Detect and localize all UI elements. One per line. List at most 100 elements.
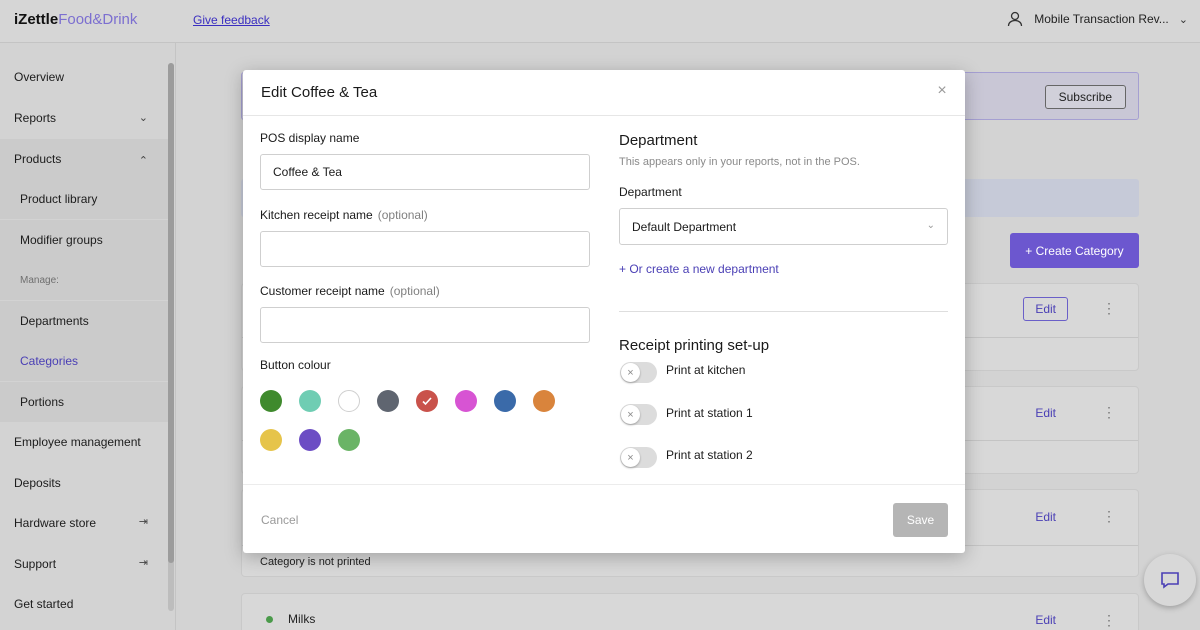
colour-swatch[interactable]	[494, 390, 516, 412]
sidebar-item-product-library[interactable]: Product library	[0, 179, 168, 219]
edit-button[interactable]: Edit	[1035, 510, 1056, 524]
department-select-value: Default Department	[632, 219, 737, 234]
colour-swatch[interactable]	[377, 390, 399, 412]
colour-swatch[interactable]	[416, 390, 438, 412]
chevron-down-icon: ⌄	[926, 220, 935, 231]
sidebar-item-overview[interactable]: Overview	[0, 57, 168, 97]
create-category-button[interactable]: + Create Category	[1010, 233, 1139, 268]
external-link-icon: ⇥	[138, 557, 148, 569]
sidebar-item-portions[interactable]: Portions	[0, 382, 168, 422]
sidebar-item-label: Reports	[14, 111, 57, 125]
sidebar-item-label: Overview	[14, 70, 65, 84]
modal-header: Edit Coffee & Tea ×	[243, 70, 965, 116]
sidebar-item-categories[interactable]: Categories	[0, 341, 168, 381]
department-label: Department	[619, 185, 682, 199]
checkmark-icon	[422, 397, 432, 406]
chat-icon	[1161, 572, 1179, 589]
edit-button[interactable]: Edit	[1023, 297, 1068, 321]
print-at-station-2-toggle[interactable]: ×	[620, 447, 657, 468]
toggle-off-icon: ×	[621, 405, 640, 424]
colour-swatch[interactable]	[338, 429, 360, 451]
external-link-icon: ⇥	[138, 516, 148, 528]
sidebar-item-modifier-groups[interactable]: Modifier groups	[0, 220, 168, 260]
sidebar-scrollbar-thumb[interactable]	[168, 63, 174, 563]
subscribe-button[interactable]: Subscribe	[1044, 85, 1126, 109]
print-at-kitchen-label: Print at kitchen	[666, 363, 746, 377]
save-button[interactable]: Save	[893, 503, 948, 537]
colour-swatch[interactable]	[533, 390, 555, 412]
colour-swatch[interactable]	[260, 429, 282, 451]
sidebar-item-products[interactable]: Products ⌃	[0, 139, 168, 179]
customer-receipt-name-input[interactable]	[260, 307, 590, 343]
more-options-icon[interactable]: ⋮	[1102, 404, 1116, 421]
print-at-kitchen-toggle[interactable]: ×	[620, 362, 657, 383]
sidebar: Overview Reports ⌄ Products ⌃ Product libr…	[0, 43, 176, 630]
print-at-station-2-label: Print at station 2	[666, 448, 753, 462]
sidebar-item-reports[interactable]: Reports ⌄	[0, 98, 168, 138]
label-text: Customer receipt name	[260, 284, 385, 298]
department-description: This appears only in your reports, not i…	[619, 156, 860, 168]
sidebar-item-label: Deposits	[14, 476, 61, 490]
sidebar-item-label: Departments	[20, 314, 89, 328]
close-icon[interactable]: ×	[935, 83, 949, 99]
label-text: Kitchen receipt name	[260, 208, 373, 222]
kitchen-receipt-name-label: Kitchen receipt name (optional)	[260, 208, 428, 222]
optional-hint: (optional)	[377, 208, 428, 222]
sidebar-item-hardware-store[interactable]: Hardware store ⇥	[0, 503, 168, 543]
cancel-button[interactable]: Cancel	[261, 513, 298, 527]
optional-hint: (optional)	[389, 284, 440, 298]
more-options-icon[interactable]: ⋮	[1102, 508, 1116, 525]
customer-receipt-name-label: Customer receipt name (optional)	[260, 284, 440, 298]
label-text: POS display name	[260, 131, 360, 145]
sidebar-item-label: Get started	[14, 597, 74, 611]
kitchen-receipt-name-input[interactable]	[260, 231, 590, 267]
modal-footer: Cancel Save	[243, 484, 965, 553]
sidebar-item-label: Products	[14, 152, 62, 166]
button-colour-label: Button colour	[260, 358, 331, 372]
receipt-printing-heading: Receipt printing set-up	[619, 337, 770, 354]
sidebar-item-get-started[interactable]: Get started	[0, 584, 168, 624]
category-print-status: Category is not printed	[260, 556, 371, 568]
top-bar: iZettleFood&Drink Give feedback Mobile T…	[0, 0, 1200, 43]
pos-display-name-label: POS display name	[260, 131, 359, 145]
account-menu[interactable]: Mobile Transaction Rev... ⌄	[1006, 10, 1188, 28]
sidebar-item-label: Categories	[20, 354, 79, 368]
chevron-up-icon: ⌃	[138, 155, 148, 167]
more-options-icon[interactable]: ⋮	[1102, 300, 1116, 317]
sidebar-item-label: Hardware store	[14, 516, 97, 530]
print-at-station-1-label: Print at station 1	[666, 406, 753, 420]
edit-button[interactable]: Edit	[1035, 406, 1056, 420]
category-name: Milks	[288, 612, 316, 626]
colour-swatch[interactable]	[455, 390, 477, 412]
pos-display-name-input[interactable]	[260, 154, 590, 190]
sidebar-item-deposits[interactable]: Deposits	[0, 463, 168, 503]
colour-swatch[interactable]	[260, 390, 282, 412]
brand-logo[interactable]: iZettleFood&Drink	[14, 11, 137, 28]
category-card-milks: Milks Edit ⋮	[241, 593, 1139, 630]
edit-button[interactable]: Edit	[1035, 613, 1056, 627]
brand-primary: iZettle	[14, 11, 59, 28]
colour-swatch[interactable]	[299, 390, 321, 412]
section-divider	[619, 311, 948, 312]
more-options-icon[interactable]: ⋮	[1102, 612, 1116, 629]
toggle-off-icon: ×	[621, 363, 640, 382]
create-department-link[interactable]: + Or create a new department	[619, 262, 779, 276]
sidebar-item-label: Modifier groups	[20, 233, 103, 247]
give-feedback-link[interactable]: Give feedback	[193, 13, 270, 27]
colour-swatch[interactable]	[299, 429, 321, 451]
user-icon	[1008, 11, 1023, 27]
print-at-station-1-toggle[interactable]: ×	[620, 404, 657, 425]
label-text: Department	[619, 185, 682, 199]
sidebar-item-employee-management[interactable]: Employee management	[0, 422, 168, 462]
brand-secondary: Food&Drink	[58, 11, 138, 28]
colour-swatch[interactable]	[338, 390, 360, 412]
sidebar-item-departments[interactable]: Departments	[0, 301, 168, 341]
edit-category-modal: Edit Coffee & Tea × POS display name Kit…	[243, 70, 965, 553]
category-colour-dot	[266, 616, 273, 623]
chat-support-button[interactable]	[1144, 554, 1196, 606]
department-select[interactable]: Default Department ⌄	[619, 208, 948, 245]
sidebar-item-support[interactable]: Support ⇥	[0, 544, 168, 584]
sidebar-item-label: Product library	[20, 192, 98, 206]
modal-title: Edit Coffee & Tea	[261, 84, 378, 101]
account-name: Mobile Transaction Rev...	[1034, 12, 1169, 26]
